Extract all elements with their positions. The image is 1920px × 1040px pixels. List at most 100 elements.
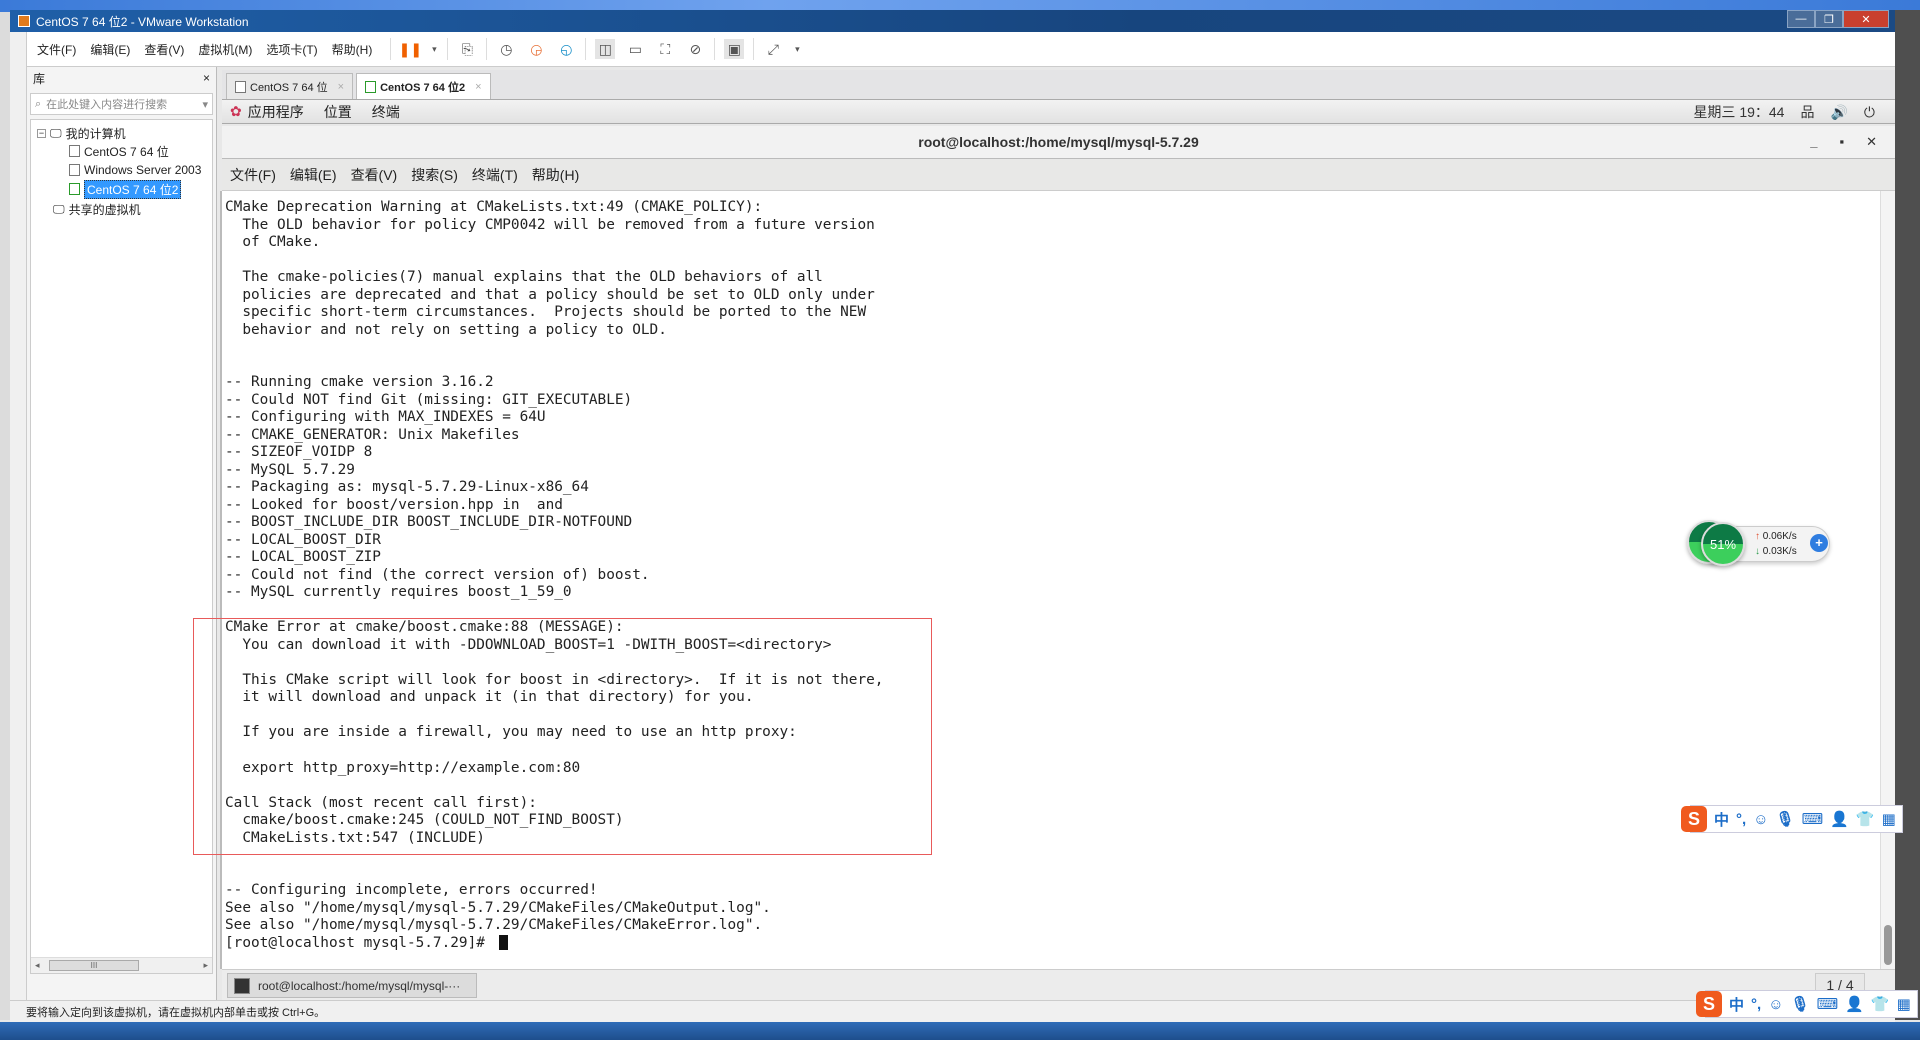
tree-shared-vms[interactable]: 🖵 共享的虚拟机 [53,200,141,218]
library-search-input[interactable]: ⌕ 在此处键入内容进行搜索 ▾ [30,93,213,115]
tab-close-button[interactable]: × [475,81,481,93]
show-library-icon[interactable]: ◫ [595,39,616,59]
tree-label: 我的计算机 [65,126,126,141]
scroll-thumb[interactable]: III [49,960,139,971]
keyboard-icon[interactable]: ⌨ [1802,810,1824,828]
emoji-icon[interactable]: ☺ [1768,996,1783,1013]
emoji-icon[interactable]: ☺ [1753,811,1768,828]
vm-running-icon [365,80,377,93]
gnome-places-menu[interactable]: 位置 [324,102,352,122]
terminal-menu-file[interactable]: 文件(F) [230,165,276,185]
terminal-line: -- Looked for boost/version.hpp in and [225,496,563,513]
tree-label: 共享的虚拟机 [68,202,141,217]
terminal-line: -- BOOST_INCLUDE_DIR BOOST_INCLUDE_DIR-N… [225,514,633,531]
menu-vm[interactable]: 虚拟机(M) [198,41,252,58]
terminal-prompt-line[interactable]: [root@localhost mysql-5.7.29]# [225,935,883,953]
user-icon[interactable]: 👤 [1845,995,1864,1013]
unity-icon[interactable]: ⊘ [685,39,705,59]
windows-taskbar [0,1022,1920,1040]
ime-punct-toggle[interactable]: °, [1751,996,1761,1013]
skin-shirt-icon[interactable]: 👕 [1856,810,1875,828]
toolbox-grid-icon[interactable]: ▦ [1882,810,1896,828]
terminal-menu-view[interactable]: 查看(V) [351,165,398,185]
tree-vm-windows-server[interactable]: Windows Server 2003 [69,161,201,179]
keyboard-icon[interactable]: ⌨ [1817,995,1839,1013]
error-highlight-box [193,618,932,855]
tree-vm-centos2[interactable]: CentOS 7 64 位2 [69,179,182,199]
terminal-line: -- Configuring incomplete, errors occurr… [225,882,598,899]
terminal-menu-help[interactable]: 帮助(H) [532,165,579,185]
menu-view[interactable]: 查看(V) [144,41,184,58]
scroll-thumb[interactable] [1884,925,1892,965]
terminal-line: -- MySQL 5.7.29 [225,461,355,478]
terminal-title: root@localhost:/home/mysql/mysql-5.7.29 [918,134,1199,150]
microphone-icon[interactable]: 🎙 [1776,810,1795,828]
revert-snapshot-icon[interactable]: ◶ [526,39,546,59]
restore-button[interactable]: ❐ [1815,10,1843,28]
library-horizontal-scrollbar[interactable]: ◂ III ▸ [31,957,212,973]
scroll-left-icon[interactable]: ◂ [35,960,40,971]
network-monitor-widget[interactable]: 34 51% ↑ 0.06K/s ↓ 0.03K/s + [1687,520,1832,566]
search-placeholder: 在此处键入内容进行搜索 [46,99,168,111]
terminal-scrollbar[interactable] [1880,191,1895,969]
menu-help[interactable]: 帮助(H) [332,41,373,58]
terminal-close-button[interactable]: ✕ [1866,134,1877,150]
text-cursor [498,935,508,951]
console-view-icon[interactable]: ▣ [724,39,745,59]
terminal-minimize-button[interactable]: _ [1810,134,1817,150]
close-button[interactable]: ✕ [1843,10,1889,28]
tab-close-button[interactable]: × [338,81,344,93]
window-titlebar: CentOS 7 64 位2 - VMware Workstation — ❐ … [10,10,1895,32]
tree-vm-centos[interactable]: CentOS 7 64 位 [69,142,169,160]
collapse-icon[interactable]: − [37,128,46,138]
chevron-down-icon[interactable]: ▾ [430,39,438,59]
terminal-menu-search[interactable]: 搜索(S) [411,165,458,185]
volume-icon[interactable]: 🔊 [1830,104,1847,121]
stretch-icon[interactable]: ⤢ [763,39,783,59]
chevron-down-icon[interactable]: ▾ [793,39,801,59]
tab-centos2[interactable]: CentOS 7 64 位2 × [356,73,491,99]
library-close-button[interactable]: × [203,71,210,85]
user-icon[interactable]: 👤 [1830,810,1849,828]
power-icon[interactable]: ⏻ [1864,104,1875,121]
ime-mode-toggle[interactable]: 中 [1714,809,1729,830]
ime-toolbar[interactable]: S 中 °, ☺ 🎙 ⌨ 👤 👕 ▦ [1681,805,1903,833]
ime-punct-toggle[interactable]: °, [1736,811,1746,828]
toolbox-grid-icon[interactable]: ▦ [1897,995,1911,1013]
menu-edit[interactable]: 编辑(E) [90,41,130,58]
snapshot-icon[interactable]: ◷ [496,39,516,59]
window-list-label: root@localhost:/home/mysql/mysql-··· [258,978,461,993]
terminal-menu-edit[interactable]: 编辑(E) [290,165,337,185]
scroll-right-icon[interactable]: ▸ [203,960,208,971]
tree-my-computer[interactable]: − 🖵 我的计算机 [37,124,126,142]
ime-mode-toggle[interactable]: 中 [1729,994,1744,1015]
menu-tabs[interactable]: 选项卡(T) [266,41,317,58]
library-title: 库 [33,71,46,86]
tab-centos[interactable]: CentOS 7 64 位 × [226,73,354,99]
fullscreen-icon[interactable]: ⛶ [655,39,675,59]
terminal-line: See also "/home/mysql/mysql-5.7.29/CMake… [225,917,763,934]
window-list-terminal[interactable]: root@localhost:/home/mysql/mysql-··· [227,973,477,998]
pause-icon[interactable]: ❚❚ [399,39,422,59]
terminal-maximize-button[interactable]: ▪ [1839,134,1844,150]
plus-button[interactable]: + [1810,534,1828,552]
microphone-icon[interactable]: 🎙 [1791,995,1810,1013]
upload-rate: 0.06K/s [1762,531,1797,542]
snapshot-manager-icon[interactable]: ◵ [556,39,576,59]
clock[interactable]: 星期三 19：44 [1693,102,1784,122]
gnome-terminal-menu[interactable]: 终端 [372,102,400,122]
menu-file[interactable]: 文件(F) [37,41,76,58]
minimize-button[interactable]: — [1787,10,1815,28]
ime-toolbar-secondary[interactable]: S 中 °, ☺ 🎙 ⌨ 👤 👕 ▦ [1696,990,1918,1018]
search-icon: ⌕ [35,97,42,110]
network-icon[interactable]: 品 [1800,102,1814,122]
send-ctrl-alt-del-icon[interactable]: ⎘ [457,39,477,59]
chevron-down-icon[interactable]: ▾ [202,98,208,111]
skin-shirt-icon[interactable]: 👕 [1871,995,1890,1013]
terminal-menu-terminal[interactable]: 终端(T) [472,165,518,185]
thumbnail-bar-icon[interactable]: ▭ [625,39,645,59]
status-bar: 要将输入定向到该虚拟机，请在虚拟机内部单击或按 Ctrl+G。 [10,1000,1895,1022]
gnome-applications-menu[interactable]: 应用程序 [248,102,304,122]
